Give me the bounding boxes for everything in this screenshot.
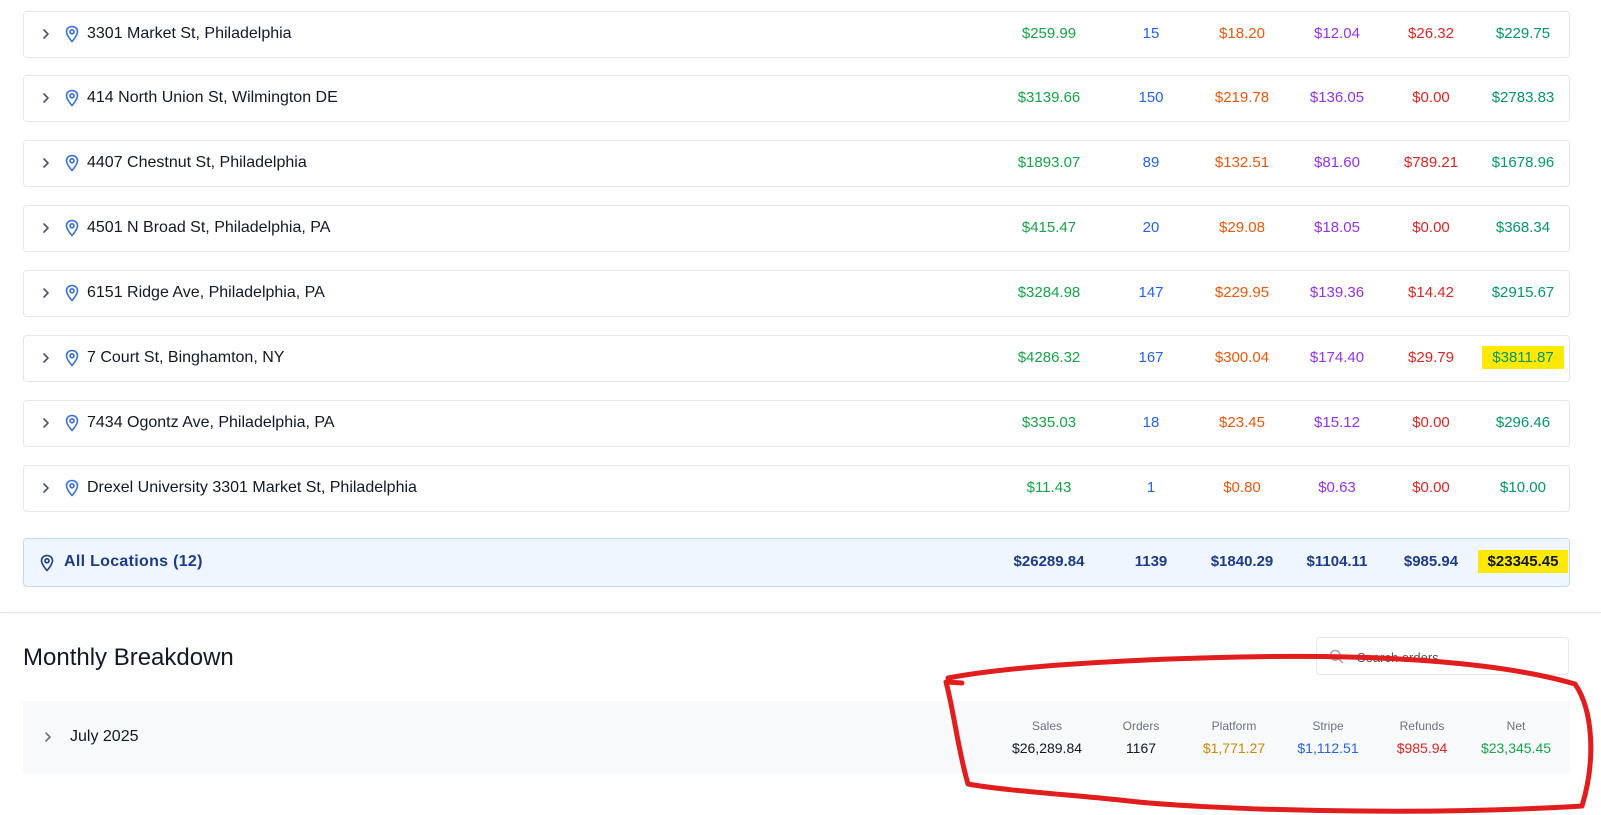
all-locations-total-row: All Locations (12) $26289.84 1139 $1840.… (23, 538, 1570, 587)
sales-value: $4286.32 (1017, 349, 1081, 366)
map-pin-icon (65, 25, 79, 43)
location-name: 4407 Chestnut St, Philadelphia (87, 154, 307, 171)
total-sales-value: $26289.84 (1013, 553, 1085, 570)
location-name: 3301 Market St, Philadelphia (87, 25, 292, 42)
stat-header: Platform (1211, 719, 1257, 733)
sales-value: $415.47 (1021, 219, 1077, 236)
chevron-right-icon[interactable] (41, 730, 55, 744)
net-value: $368.34 (1495, 219, 1551, 236)
chevron-right-icon[interactable] (39, 416, 53, 430)
chevron-right-icon[interactable] (39, 27, 53, 41)
search-icon (1329, 649, 1344, 664)
map-pin-icon (40, 554, 54, 572)
platform-fee-value: $132.51 (1214, 154, 1270, 171)
stat-header: Orders (1122, 719, 1160, 733)
sales-value: $3284.98 (1017, 284, 1081, 301)
location-row[interactable]: 7434 Ogontz Ave, Philadelphia, PA $335.0… (23, 400, 1570, 447)
platform-fee-value: $0.80 (1223, 479, 1261, 496)
net-value: $2915.67 (1491, 284, 1555, 301)
map-pin-icon (65, 154, 79, 172)
location-row[interactable]: 4407 Chestnut St, Philadelphia $1893.07 … (23, 140, 1570, 187)
location-row[interactable]: 7 Court St, Binghamton, NY $4286.32 167 … (23, 335, 1570, 382)
chevron-right-icon[interactable] (39, 156, 53, 170)
stat-value: $26,289.84 (1011, 740, 1083, 756)
location-row[interactable]: 414 North Union St, Wilmington DE $3139.… (23, 75, 1570, 122)
map-pin-icon (65, 414, 79, 432)
platform-fee-value: $300.04 (1214, 349, 1270, 366)
map-pin-icon (65, 284, 79, 302)
stat-value: $1,112.51 (1297, 740, 1359, 756)
location-name: 414 North Union St, Wilmington DE (87, 89, 338, 106)
chevron-right-icon[interactable] (39, 221, 53, 235)
highlight-mark: $23345.45 (1477, 550, 1569, 573)
month-orders-stat: Orders 1167 (1091, 719, 1191, 756)
stat-value: $1,771.27 (1202, 740, 1266, 756)
stat-value: $23,345.45 (1480, 740, 1552, 756)
month-stripe-stat: Stripe $1,112.51 (1278, 719, 1378, 756)
location-row[interactable]: 3301 Market St, Philadelphia $259.99 15 … (23, 11, 1570, 58)
net-value: $296.46 (1495, 414, 1551, 431)
platform-fee-value: $229.95 (1214, 284, 1270, 301)
location-row[interactable]: 4501 N Broad St, Philadelphia, PA $415.4… (23, 205, 1570, 252)
map-pin-icon (65, 349, 79, 367)
map-pin-icon (65, 89, 79, 107)
location-name: Drexel University 3301 Market St, Philad… (87, 479, 417, 496)
sales-value: $3139.66 (1017, 89, 1081, 106)
platform-fee-value: $23.45 (1219, 414, 1265, 431)
stat-header: Net (1506, 719, 1526, 733)
net-value: $2783.83 (1491, 89, 1555, 106)
chevron-right-icon[interactable] (39, 286, 53, 300)
net-value: $10.00 (1500, 479, 1546, 496)
orders-value: 18 (1142, 414, 1160, 431)
orders-value: 167 (1138, 349, 1164, 366)
month-refunds-stat: Refunds $985.94 (1372, 719, 1472, 756)
platform-fee-value: $29.08 (1219, 219, 1265, 236)
location-name: 7 Court St, Binghamton, NY (87, 349, 285, 366)
sales-value: $335.03 (1021, 414, 1077, 431)
search-box[interactable] (1316, 637, 1569, 675)
stat-value: $985.94 (1396, 740, 1448, 756)
total-platform-value: $1840.29 (1210, 553, 1274, 570)
chevron-right-icon[interactable] (39, 351, 53, 365)
location-name: 4501 N Broad St, Philadelphia, PA (87, 219, 331, 236)
stat-header: Sales (1031, 719, 1063, 733)
all-locations-label: All Locations (12) (64, 553, 203, 570)
orders-value: 20 (1142, 219, 1160, 236)
month-row[interactable]: July 2025 Sales $26,289.84 Orders 1167 P… (23, 701, 1570, 773)
net-value-highlighted: $3811.87 (1468, 346, 1578, 369)
total-net-value: $23345.45 (1468, 550, 1578, 573)
orders-value: 150 (1138, 89, 1164, 106)
sales-value: $259.99 (1021, 25, 1077, 42)
location-name: 6151 Ridge Ave, Philadelphia, PA (87, 284, 325, 301)
month-sales-stat: Sales $26,289.84 (997, 719, 1097, 756)
highlight-mark: $3811.87 (1482, 346, 1564, 369)
location-name: 7434 Ogontz Ave, Philadelphia, PA (87, 414, 335, 431)
location-row[interactable]: Drexel University 3301 Market St, Philad… (23, 465, 1570, 512)
platform-fee-value: $18.20 (1219, 25, 1265, 42)
chevron-right-icon[interactable] (39, 481, 53, 495)
locations-card: 3301 Market St, Philadelphia $259.99 15 … (0, 0, 1601, 613)
net-value: $1678.96 (1491, 154, 1555, 171)
orders-value: 147 (1138, 284, 1164, 301)
month-platform-stat: Platform $1,771.27 (1184, 719, 1284, 756)
location-row[interactable]: 6151 Ridge Ave, Philadelphia, PA $3284.9… (23, 270, 1570, 317)
stat-value: 1167 (1125, 740, 1157, 756)
search-input[interactable] (1355, 644, 1559, 670)
platform-fee-value: $219.78 (1214, 89, 1270, 106)
sales-value: $11.43 (1026, 479, 1072, 496)
orders-value: 89 (1142, 154, 1160, 171)
total-orders-value: 1139 (1134, 553, 1168, 570)
sales-value: $1893.07 (1017, 154, 1081, 171)
orders-value: 1 (1146, 479, 1156, 496)
monthly-breakdown-title: Monthly Breakdown (23, 644, 234, 671)
chevron-right-icon[interactable] (39, 91, 53, 105)
map-pin-icon (65, 219, 79, 237)
month-label: July 2025 (70, 728, 139, 745)
orders-value: 15 (1142, 25, 1160, 42)
map-pin-icon (65, 479, 79, 497)
stat-header: Stripe (1312, 719, 1344, 733)
month-net-stat: Net $23,345.45 (1466, 719, 1566, 756)
stat-header: Refunds (1399, 719, 1445, 733)
net-value: $229.75 (1495, 25, 1551, 42)
